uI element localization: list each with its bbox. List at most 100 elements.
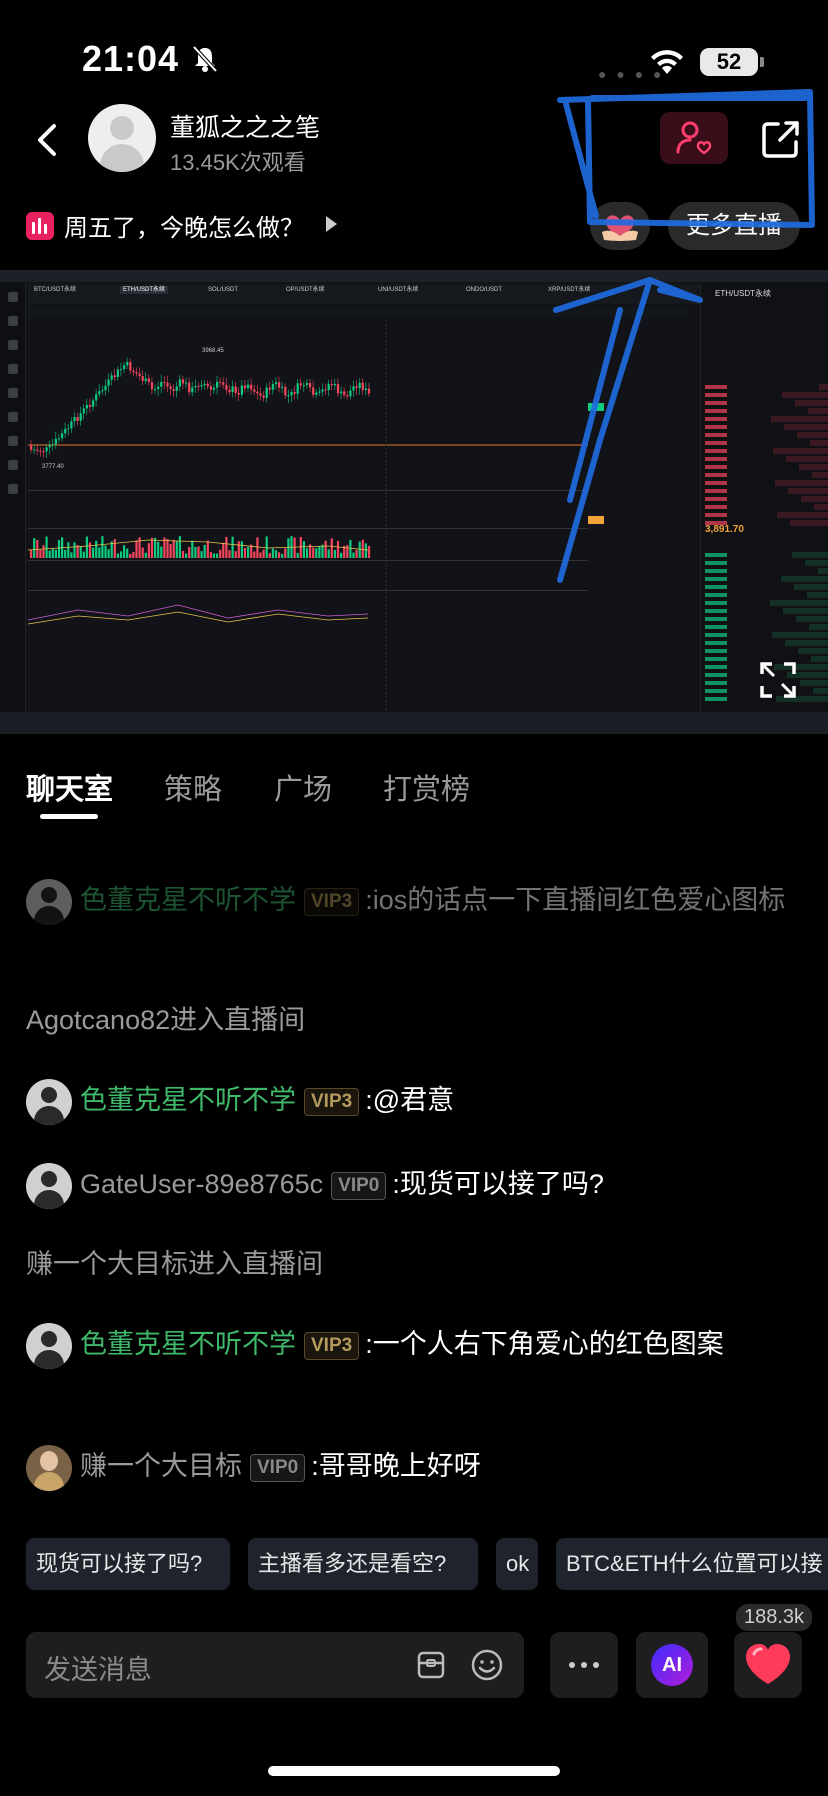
candle-body	[302, 385, 305, 387]
message-input[interactable]: 发送消息	[26, 1632, 524, 1698]
avatar[interactable]	[26, 1322, 72, 1369]
orderbook-depth-bar	[809, 624, 828, 630]
more-live-button[interactable]: 更多直播	[668, 202, 800, 250]
battery-indicator: 52	[700, 48, 764, 76]
candle-body	[225, 384, 228, 390]
candle-body	[169, 386, 172, 389]
orderbook-price-mark	[705, 585, 727, 589]
candle-body	[206, 383, 209, 387]
fullscreen-icon[interactable]	[758, 660, 798, 700]
more-options-button[interactable]	[550, 1632, 618, 1698]
avatar[interactable]	[26, 878, 72, 925]
live-video-stream[interactable]: BTC/USDT永续 ETH/USDT永续 SOL/USDT OP/USDT永续…	[0, 270, 828, 734]
candle-body	[132, 370, 135, 372]
candle-body	[73, 417, 76, 422]
volume-bar	[107, 549, 110, 558]
candle-body	[101, 390, 104, 392]
candle-body	[110, 375, 113, 380]
sticker-icon[interactable]	[416, 1650, 446, 1680]
username[interactable]: 色董克星不听不学	[80, 1329, 296, 1359]
volume-bar	[299, 536, 302, 558]
volume-bar	[51, 548, 54, 558]
avatar[interactable]	[26, 1162, 72, 1209]
volume-bar	[135, 540, 138, 558]
volume-bar	[129, 553, 132, 558]
like-button[interactable]	[734, 1632, 802, 1698]
volume-bar	[284, 548, 287, 558]
quick-reply[interactable]: 主播看多还是看空?	[248, 1538, 478, 1590]
orderbook-price-mark	[705, 673, 727, 677]
volume-bar	[243, 547, 247, 558]
avatar[interactable]	[26, 1078, 72, 1125]
orderbook-price-mark	[705, 625, 727, 629]
candle-body	[243, 385, 247, 389]
orderbook-price-mark	[705, 633, 727, 637]
orderbook-depth-bar	[798, 648, 828, 654]
tab-chatroom[interactable]: 聊天室	[26, 766, 113, 808]
candle-body	[247, 384, 250, 389]
host-name[interactable]: 董狐之之之笔	[170, 108, 320, 144]
quick-reply[interactable]: ok	[496, 1538, 538, 1590]
volume-bar	[209, 552, 212, 558]
orderbook-depth-bar	[795, 400, 828, 406]
pair-tab: ONDO/USDT	[466, 287, 502, 293]
active-tab-indicator	[40, 814, 98, 819]
volume-bar	[361, 539, 364, 558]
volume-bar	[265, 536, 268, 558]
quick-reply[interactable]: 现货可以接了吗?	[26, 1538, 230, 1590]
join-notice: Agotcano82进入直播间	[26, 1005, 306, 1035]
candle-body	[36, 449, 39, 451]
volume-bar	[194, 546, 197, 558]
username[interactable]: 色董克星不听不学	[80, 885, 296, 915]
candle-body	[166, 382, 169, 387]
candle-body	[92, 400, 95, 407]
orderbook-price-mark	[705, 385, 727, 389]
host-avatar[interactable]	[88, 104, 156, 172]
message-text: :现货可以接了吗?	[392, 1169, 604, 1199]
username[interactable]: GateUser-89e8765c	[80, 1169, 323, 1199]
ai-assistant-button[interactable]: AI	[636, 1632, 708, 1698]
tab-square[interactable]: 广场	[274, 766, 332, 808]
orderbook-price-mark	[705, 473, 727, 477]
volume-bar	[327, 549, 330, 558]
volume-bar	[119, 551, 123, 558]
pair-tab: OP/USDT永续	[286, 287, 325, 293]
username[interactable]: 色董克星不听不学	[80, 1085, 296, 1115]
candle-body	[268, 387, 271, 390]
candle-body	[42, 451, 45, 453]
avatar[interactable]	[26, 1444, 72, 1491]
tab-tip-ranking[interactable]: 打赏榜	[383, 766, 470, 808]
view-count: 13.45K次观看	[170, 150, 306, 175]
volume-bar	[30, 549, 33, 558]
candle-body	[185, 382, 188, 384]
candle-body	[222, 382, 225, 385]
emoji-icon[interactable]	[470, 1648, 504, 1682]
back-button[interactable]	[30, 118, 66, 162]
orderbook-price-mark	[705, 481, 727, 485]
orderbook-depth-bar	[771, 416, 828, 422]
quick-reply[interactable]: BTC&ETH什么位置可以接	[556, 1538, 828, 1590]
tab-strategy[interactable]: 策略	[164, 766, 222, 808]
chart-toolbar	[28, 306, 688, 318]
volume-bar	[352, 552, 355, 558]
orderbook-depth-bar	[813, 688, 828, 694]
ai-icon: AI	[651, 1644, 693, 1686]
candle-body	[259, 393, 262, 396]
orderbook-price-mark	[705, 593, 727, 597]
volume-bar	[305, 548, 309, 558]
username[interactable]: 赚一个大目标	[80, 1451, 242, 1481]
volume-bar	[178, 536, 181, 558]
volume-bar	[200, 551, 203, 558]
message-text: :一个人右下角爱心的红色图案	[365, 1329, 724, 1359]
pair-tab-active: ETH/USDT永续	[120, 286, 169, 294]
share-icon[interactable]	[760, 118, 802, 160]
volume-bar	[147, 543, 150, 558]
candle-body	[30, 445, 33, 450]
candle-body	[188, 382, 191, 393]
follow-button[interactable]	[660, 112, 728, 164]
heart-hands-button[interactable]	[590, 202, 650, 250]
candle-body	[333, 383, 336, 386]
orderbook-rows	[705, 384, 828, 702]
heart-hands-icon	[602, 215, 638, 241]
chat-message: 赚一个大目标 VIP0:哥哥晚上好呀	[26, 1444, 796, 1491]
